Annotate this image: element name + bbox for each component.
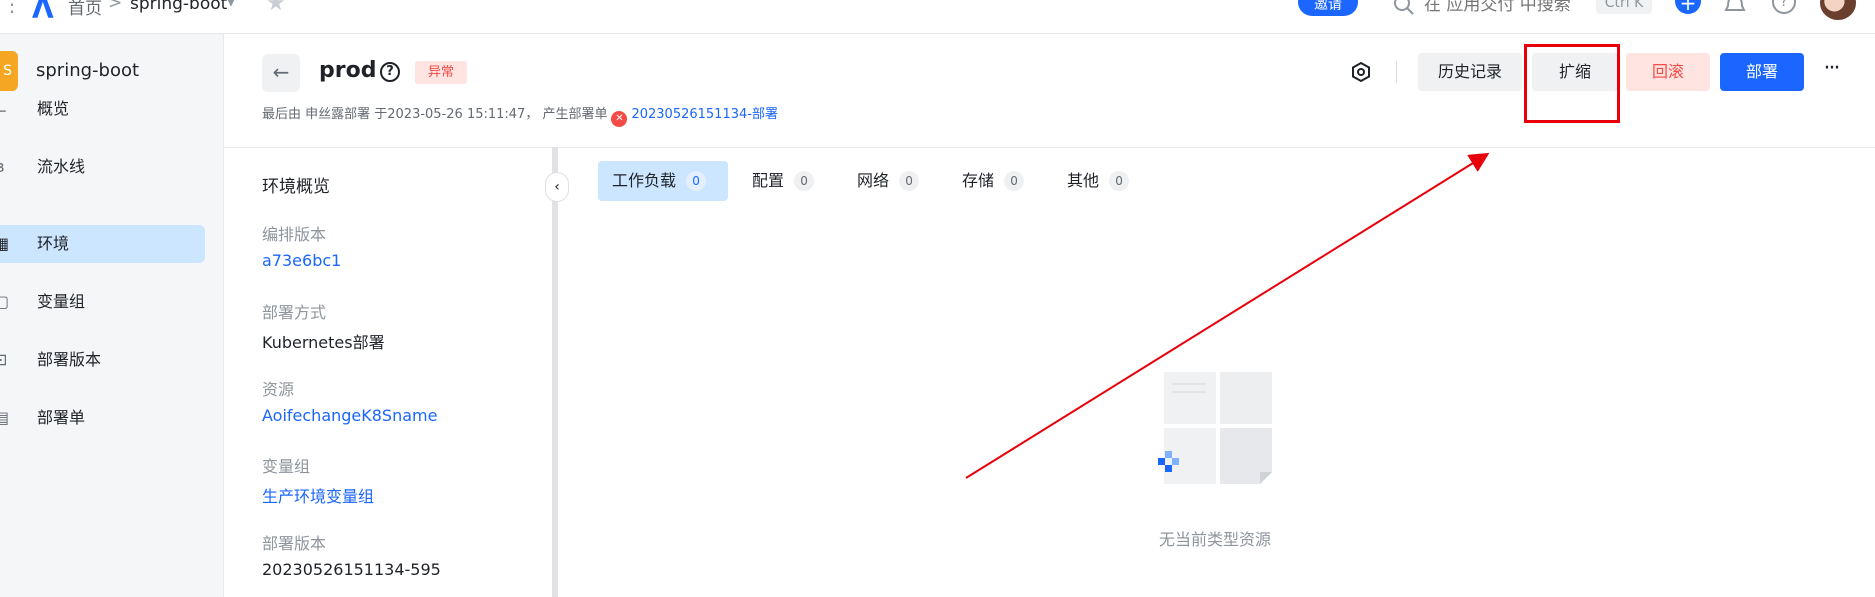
variable-icon: ▢ bbox=[0, 292, 10, 311]
environment-icon: ▦ bbox=[0, 234, 10, 253]
sidebar-item-label: 流水线 bbox=[37, 157, 86, 176]
sidebar-item-label: 部署版本 bbox=[37, 350, 102, 369]
status-badge: 异常 bbox=[415, 61, 467, 84]
deploy-button[interactable]: 部署 bbox=[1720, 53, 1804, 91]
tab-count: 0 bbox=[899, 171, 920, 191]
deploy-meta: 最后由 申丝露部署 于2023-05-26 15:11:47， 产生部署单 ✕ 20… bbox=[262, 103, 778, 127]
empty-state-icon bbox=[1158, 372, 1272, 484]
back-button[interactable]: ← bbox=[262, 54, 300, 92]
field-label: 资源 bbox=[262, 380, 295, 399]
field-label: 部署版本 bbox=[262, 534, 327, 553]
sidebar-item-label: 环境 bbox=[37, 234, 70, 253]
tab-label: 配置 bbox=[752, 171, 785, 190]
tab-config[interactable]: 配置 0 bbox=[738, 161, 834, 201]
tab-label: 其他 bbox=[1067, 171, 1100, 190]
tab-label: 存储 bbox=[962, 171, 995, 190]
deploy-meta-text: 最后由 申丝露部署 于2023-05-26 15:11:47， 产生部署单 bbox=[262, 107, 608, 122]
more-icon[interactable]: ··· bbox=[1816, 56, 1846, 86]
field-label: 变量组 bbox=[262, 457, 311, 476]
sidebar: S spring-boot ⌙ 概览 ɞ 流水线 ▦ 环境 ▢ 变量组 ⊡ 部署… bbox=[0, 34, 224, 597]
sidebar-item-orders[interactable]: ▤ 部署单 bbox=[0, 399, 205, 437]
search-icon bbox=[1394, 0, 1414, 15]
breadcrumb-home[interactable]: 首页 bbox=[68, 0, 102, 19]
sidebar-item-label: 变量组 bbox=[37, 292, 86, 311]
shortcut-hint: Ctrl K bbox=[1596, 0, 1652, 14]
logo[interactable]: Λ bbox=[32, 0, 54, 25]
tab-count: 0 bbox=[1004, 171, 1025, 191]
rollback-button[interactable]: 回滚 bbox=[1626, 53, 1710, 91]
sidebar-item-versions[interactable]: ⊡ 部署版本 bbox=[0, 341, 205, 379]
error-icon: ✕ bbox=[611, 111, 628, 127]
tab-other[interactable]: 其他 0 bbox=[1053, 161, 1149, 201]
settings-icon[interactable] bbox=[1350, 61, 1372, 83]
app-name: spring-boot bbox=[36, 60, 140, 81]
section-title: 环境概览 bbox=[262, 177, 330, 197]
field-value-link[interactable]: AoifechangeK8Sname bbox=[262, 406, 437, 425]
empty-state-text: 无当前类型资源 bbox=[1158, 530, 1271, 549]
sidebar-item-pipeline[interactable]: ɞ 流水线 bbox=[0, 148, 205, 186]
pipeline-icon: ɞ bbox=[0, 148, 5, 186]
field-value-link[interactable]: a73e6bc1 bbox=[262, 251, 341, 270]
panel-divider[interactable] bbox=[552, 147, 558, 597]
deploy-order-link[interactable]: 20230526151134-部署 bbox=[631, 107, 778, 122]
history-button[interactable]: 历史记录 bbox=[1418, 53, 1522, 91]
field-label: 部署方式 bbox=[262, 303, 327, 322]
sidebar-item-variables[interactable]: ▢ 变量组 bbox=[0, 283, 205, 321]
search-input[interactable] bbox=[1424, 0, 1584, 20]
divider bbox=[1396, 61, 1397, 83]
sidebar-item-environment[interactable]: ▦ 环境 bbox=[0, 225, 205, 263]
page-title: prod bbox=[319, 58, 377, 83]
collapse-icon[interactable]: ‹ bbox=[545, 172, 569, 202]
app-badge: S bbox=[0, 51, 18, 91]
breadcrumb-separator-icon: > bbox=[108, 0, 123, 13]
create-button[interactable]: + bbox=[1675, 0, 1701, 15]
order-icon: ▤ bbox=[0, 408, 10, 427]
avatar[interactable] bbox=[1820, 0, 1856, 20]
star-icon[interactable]: ★ bbox=[266, 0, 286, 16]
breadcrumb-app[interactable]: spring-boot bbox=[130, 0, 227, 14]
tab-workload[interactable]: 工作负载 0 bbox=[598, 161, 728, 201]
tab-label: 网络 bbox=[857, 171, 890, 190]
tab-storage[interactable]: 存储 0 bbox=[948, 161, 1044, 201]
chevron-down-icon[interactable]: ▼ bbox=[226, 0, 236, 9]
tab-label: 工作负载 bbox=[612, 171, 677, 190]
help-icon[interactable]: ? bbox=[1772, 0, 1796, 14]
chart-icon: ⌙ bbox=[0, 99, 8, 118]
bell-icon[interactable] bbox=[1722, 0, 1748, 18]
field-value: 20230526151134-595 bbox=[262, 560, 441, 579]
app-menu-icon[interactable]: ⋮ bbox=[2, 0, 22, 16]
field-value-link[interactable]: 生产环境变量组 bbox=[262, 483, 374, 507]
sidebar-item-label: 部署单 bbox=[37, 408, 86, 427]
sidebar-item-overview[interactable]: ⌙ 概览 bbox=[0, 90, 205, 128]
top-bar: ⋮ Λ 首页 > spring-boot ▼ ★ 邀请 Ctrl K + ? bbox=[0, 0, 1875, 34]
help-icon[interactable]: ? bbox=[380, 62, 400, 82]
tab-count: 0 bbox=[1109, 171, 1130, 191]
tab-count: 0 bbox=[794, 171, 815, 191]
header-divider bbox=[224, 147, 1875, 148]
tab-network[interactable]: 网络 0 bbox=[843, 161, 939, 201]
version-icon: ⊡ bbox=[0, 350, 8, 369]
field-value: Kubernetes部署 bbox=[262, 333, 385, 352]
sidebar-item-label: 概览 bbox=[37, 99, 70, 118]
invite-button[interactable]: 邀请 bbox=[1298, 0, 1358, 16]
tab-count: 0 bbox=[686, 171, 707, 191]
field-label: 编排版本 bbox=[262, 225, 327, 244]
annotation-highlight-box bbox=[1524, 44, 1620, 123]
